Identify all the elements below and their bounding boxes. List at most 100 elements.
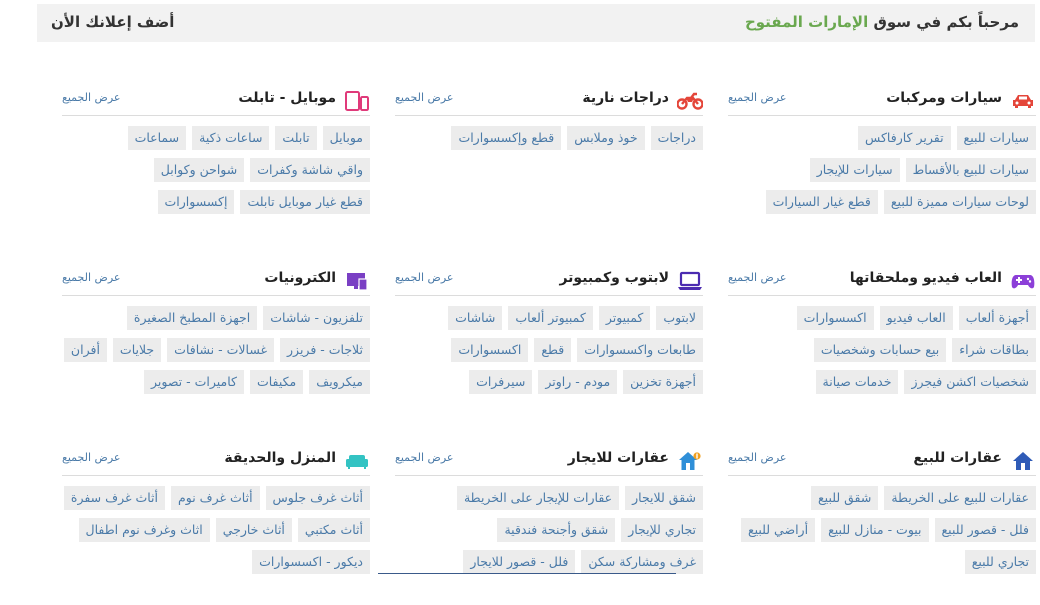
subcategory-tag[interactable]: ميكرويف (309, 370, 370, 394)
subcategory-tag[interactable]: جلايات (112, 338, 162, 362)
welcome-message: مرحباً بكم في سوق الإمارات المفتوح (745, 13, 1019, 31)
sofa-icon (344, 449, 370, 473)
category-header: عقارات للبيع عرض الجميع (728, 445, 1036, 476)
subcategory-tag[interactable]: سيارات للبيع بالأقساط (905, 158, 1036, 182)
subcategory-tag[interactable]: خدمات صيانة (815, 370, 899, 394)
category-header: الكترونيات عرض الجميع (62, 265, 370, 296)
subcategory-tag[interactable]: خوذ وملابس (567, 126, 645, 150)
subcategory-tag[interactable]: سيرفرات (469, 370, 533, 394)
category-header: سيارات ومركبات عرض الجميع (728, 85, 1036, 116)
subcategory-tag[interactable]: تابلت (275, 126, 317, 150)
subcategory-tag[interactable]: عقارات للبيع على الخريطة (884, 486, 1036, 510)
subcategory-tag[interactable]: سيارات للإيجار (809, 158, 900, 182)
subcategory-tag[interactable]: شخصيات اكشن فيجرز (904, 370, 1036, 394)
post-ad-link[interactable]: أضف إعلانك الأن (51, 13, 174, 31)
subcategory-tag[interactable]: أثاث غرف جلوس (265, 486, 370, 510)
subcategory-tag[interactable]: دراجات (650, 126, 703, 150)
view-all-link[interactable]: عرض الجميع (62, 451, 120, 464)
subcategory-tag[interactable]: بيع حسابات وشخصيات (813, 338, 947, 362)
subcategory-list: لابتوب كمبيوتر كمبيوتر ألعاب شاشات طابعات وا… (389, 306, 703, 402)
category-title[interactable]: المنزل والحديقة (224, 450, 336, 466)
subcategory-tag[interactable]: أثاث خارجي (215, 518, 292, 542)
divider (378, 573, 676, 574)
category-card: دراجات نارية عرض الجميع دراجات خوذ وملابس قط… (395, 85, 703, 245)
subcategory-tag[interactable]: تجاري للبيع (964, 550, 1036, 574)
subcategory-tag[interactable]: أجهزة تخزين (623, 370, 703, 394)
subcategory-tag[interactable]: شقق للايجار (625, 486, 703, 510)
category-title[interactable]: الكترونيات (264, 270, 336, 286)
category-header: العاب فيديو وملحقاتها عرض الجميع (728, 265, 1036, 296)
view-all-link[interactable]: عرض الجميع (728, 271, 786, 284)
subcategory-tag[interactable]: أراضي للبيع (740, 518, 816, 542)
view-all-link[interactable]: عرض الجميع (395, 271, 453, 284)
view-all-link[interactable]: عرض الجميع (62, 91, 120, 104)
subcategory-tag[interactable]: شقق وأجنحة فندقية (497, 518, 616, 542)
gamepad-icon (1010, 269, 1036, 293)
subcategory-tag[interactable]: فلل - قصور للايجار (463, 550, 576, 574)
category-title[interactable]: العاب فيديو وملحقاتها (850, 270, 1002, 286)
category-title[interactable]: عقارات للبيع (913, 450, 1002, 466)
subcategory-tag[interactable]: عقارات للإيجار على الخريطة (456, 486, 620, 510)
subcategory-tag[interactable]: ديكور - اكسسوارات (252, 550, 370, 574)
subcategory-tag[interactable]: كمبيوتر ألعاب (508, 306, 593, 330)
subcategory-tag[interactable]: أفران (63, 338, 107, 362)
subcategory-tag[interactable]: لوحات سيارات مميزة للبيع (883, 190, 1036, 214)
view-all-link[interactable]: عرض الجميع (728, 451, 786, 464)
category-title[interactable]: سيارات ومركبات (886, 90, 1002, 106)
subcategory-tag[interactable]: شواحن وكوابل (153, 158, 245, 182)
subcategory-tag[interactable]: كمبيوتر (598, 306, 651, 330)
subcategory-tag[interactable]: مودم - راوتر (538, 370, 618, 394)
category-header: دراجات نارية عرض الجميع (395, 85, 703, 116)
subcategory-tag[interactable]: أثاث مكتبي (297, 518, 370, 542)
subcategory-tag[interactable]: قطع غيار السيارات (765, 190, 878, 214)
category-title[interactable]: لابتوب وكمبيوتر (559, 270, 669, 286)
category-title[interactable]: دراجات نارية (582, 90, 669, 106)
subcategory-tag[interactable]: شاشات (448, 306, 503, 330)
subcategory-tag[interactable]: ثلاجات - فريزر (280, 338, 370, 362)
subcategory-tag[interactable]: أثاث غرف سفرة (63, 486, 165, 510)
subcategory-tag[interactable]: كاميرات - تصوير (144, 370, 244, 394)
view-all-link[interactable]: عرض الجميع (62, 271, 120, 284)
subcategory-tag[interactable]: اثاث وغرف نوم اطفال (78, 518, 210, 542)
subcategory-tag[interactable]: قطع غيار موبايل تابلت (240, 190, 370, 214)
subcategory-list: أثاث غرف جلوس أثاث غرف نوم أثاث غرف سفرة أث… (56, 486, 370, 582)
electronics-icon (344, 269, 370, 293)
subcategory-tag[interactable]: اجهزة المطبخ الصغيرة (126, 306, 258, 330)
subcategory-tag[interactable]: أثاث غرف نوم (171, 486, 260, 510)
subcategory-tag[interactable]: موبايل (322, 126, 370, 150)
motorcycle-icon (677, 89, 703, 113)
subcategory-tag[interactable]: واقي شاشة وكفرات (250, 158, 370, 182)
subcategory-tag[interactable]: قطع وإكسسوارات (451, 126, 562, 150)
subcategory-tag[interactable]: العاب فيديو (879, 306, 953, 330)
subcategory-tag[interactable]: أجهزة ألعاب (958, 306, 1036, 330)
subcategory-tag[interactable]: غرف ومشاركة سكن (581, 550, 703, 574)
subcategory-tag[interactable]: بيوت - منازل للبيع (821, 518, 929, 542)
subcategory-tag[interactable]: بطاقات شراء (952, 338, 1036, 362)
subcategory-tag[interactable]: طابعات واكسسوارات (577, 338, 703, 362)
laptop-icon (677, 269, 703, 293)
subcategory-tag[interactable]: شقق للبيع (811, 486, 879, 510)
subcategory-tag[interactable]: مكيفات (249, 370, 304, 394)
subcategory-tag[interactable]: غسالات - نشافات (167, 338, 275, 362)
view-all-link[interactable]: عرض الجميع (728, 91, 786, 104)
subcategory-tag[interactable]: تجاري للإيجار (621, 518, 703, 542)
category-title[interactable]: موبايل - تابلت (238, 90, 336, 106)
category-title[interactable]: عقارات للايجار (568, 450, 669, 466)
subcategory-tag[interactable]: تقرير كارفاكس (858, 126, 951, 150)
subcategory-tag[interactable]: تلفزيون - شاشات (263, 306, 370, 330)
subcategory-tag[interactable]: سماعات (127, 126, 187, 150)
view-all-link[interactable]: عرض الجميع (395, 91, 453, 104)
subcategory-tag[interactable]: لابتوب (656, 306, 703, 330)
subcategory-tag[interactable]: اكسسوارات (796, 306, 874, 330)
mobile-tablet-icon (344, 89, 370, 113)
subcategory-list: سيارات للبيع تقرير كارفاكس سيارات للبيع با… (722, 126, 1036, 222)
subcategory-tag[interactable]: سيارات للبيع (956, 126, 1036, 150)
subcategory-list: دراجات خوذ وملابس قطع وإكسسوارات (389, 126, 703, 158)
subcategory-tag[interactable]: ساعات ذكية (192, 126, 270, 150)
subcategory-tag[interactable]: قطع (534, 338, 572, 362)
view-all-link[interactable]: عرض الجميع (395, 451, 453, 464)
subcategory-tag[interactable]: إكسسوارات (157, 190, 235, 214)
category-header: المنزل والحديقة عرض الجميع (62, 445, 370, 476)
subcategory-tag[interactable]: فلل - قصور للبيع (934, 518, 1036, 542)
subcategory-tag[interactable]: اكسسوارات (451, 338, 529, 362)
